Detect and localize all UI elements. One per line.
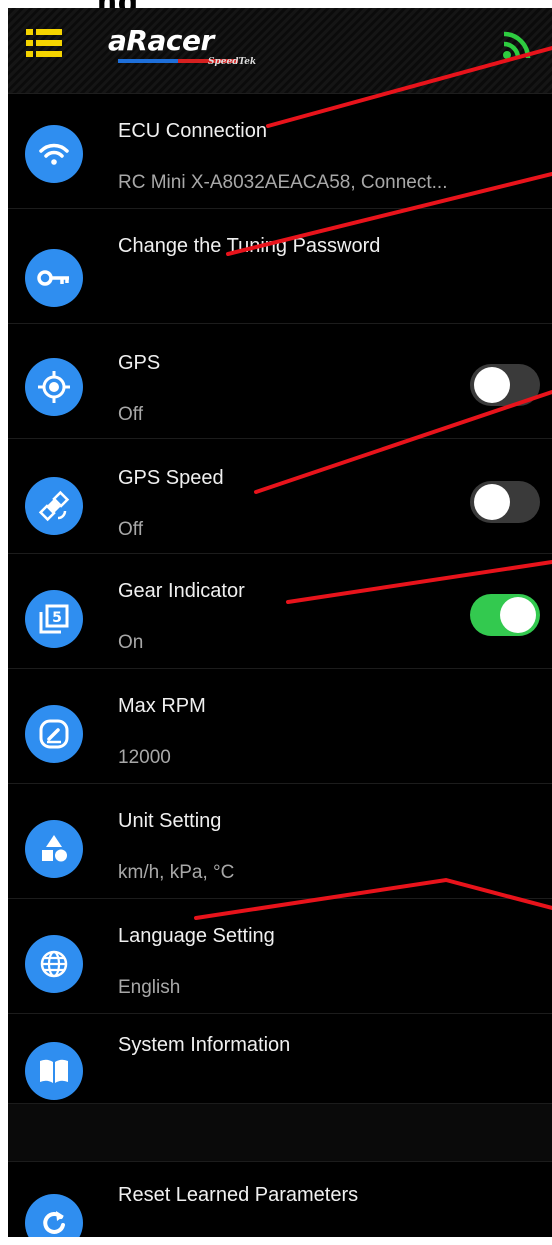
setting-title: Max RPM [118,695,206,717]
setting-row-system-info[interactable]: System Information [8,1014,552,1104]
gps-speed-toggle[interactable] [470,481,540,523]
app-header: aRacer SpeedTek [8,8,552,94]
setting-value: 12000 [118,747,171,768]
setting-value: km/h, kPa, °C [118,862,235,883]
book-icon [25,1042,83,1100]
reset-title: Reset Learned Parameters [118,1184,359,1206]
globe-icon [25,935,83,993]
connection-signal-icon[interactable] [500,28,534,62]
gear-digit: 5 [52,610,62,626]
setting-row-gear-indicator[interactable]: 5 Gear Indicator On [8,554,552,669]
gps-toggle[interactable] [470,364,540,406]
setting-title: Gear Indicator [118,580,245,602]
setting-row-gps[interactable]: GPS Off [8,324,552,439]
setting-row-ecu-connection[interactable]: ECU Connection RC Mini X-A8032AEACA58, C… [8,94,552,209]
setting-row-unit[interactable]: Unit Setting km/h, kPa, °C [8,784,552,899]
setting-value: Off [118,404,143,425]
setting-title: GPS Speed [118,467,224,489]
setting-title: GPS [118,352,161,374]
menu-icon[interactable] [26,28,62,58]
refresh-icon [25,1194,83,1237]
aracer-logo: aRacer SpeedTek [108,24,257,68]
app-screen: aRacer SpeedTek ECU Connection RC Mini X… [8,8,552,1237]
setting-value: Off [118,519,143,540]
setting-title: ECU Connection [118,120,267,142]
setting-row-language[interactable]: Language Setting English [8,899,552,1014]
setting-value: RC Mini X-A8032AEACA58, Connect... [118,172,448,193]
setting-row-tuning-password[interactable]: Change the Tuning Password [8,209,552,324]
shapes-icon [25,820,83,878]
gear-indicator-toggle[interactable] [470,594,540,636]
setting-value: English [118,977,181,998]
gps-target-icon [25,358,83,416]
section-separator [8,1104,552,1162]
setting-value: On [118,632,144,653]
setting-row-max-rpm[interactable]: Max RPM 12000 [8,669,552,784]
setting-title: Unit Setting [118,810,222,832]
setting-title: System Information [118,1034,291,1056]
gear-number-icon: 5 [25,590,83,648]
setting-title: Language Setting [118,925,275,947]
setting-row-gps-speed[interactable]: GPS Speed Off [8,439,552,554]
settings-list: ECU Connection RC Mini X-A8032AEACA58, C… [8,94,552,1237]
setting-row-reset[interactable]: Reset Learned Parameters [8,1162,552,1237]
satellite-icon [25,477,83,535]
setting-title: Change the Tuning Password [118,235,381,257]
wifi-icon [25,125,83,183]
key-icon [25,249,83,307]
speedometer-icon [25,705,83,763]
